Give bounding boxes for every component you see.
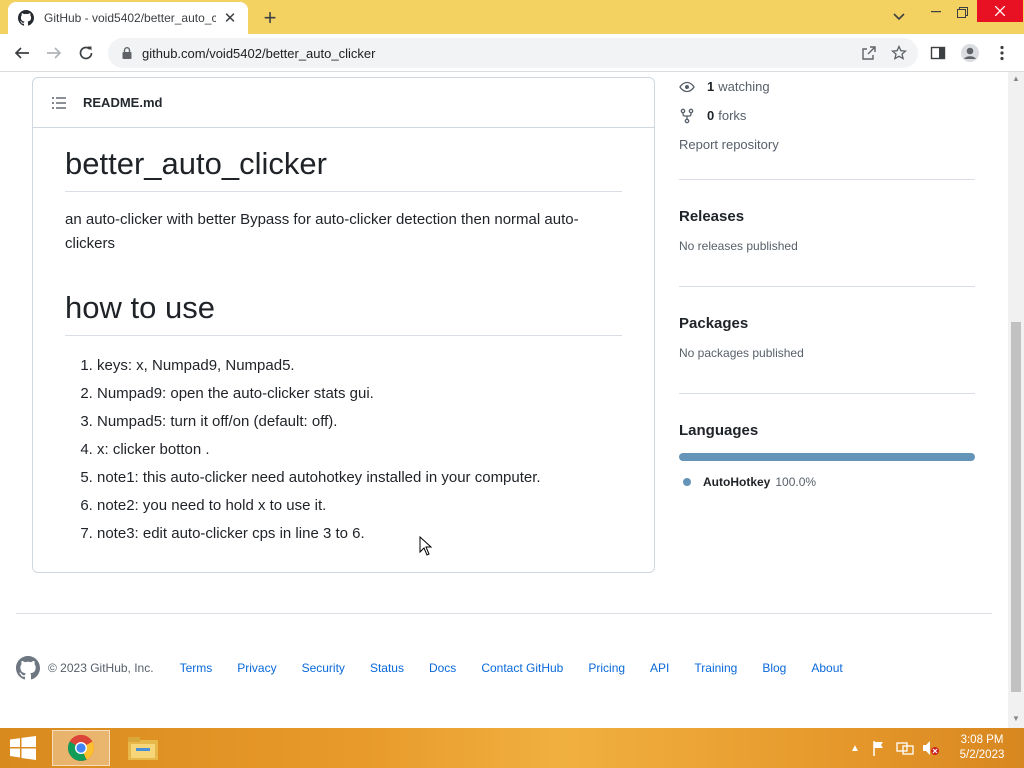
readme-body: better_auto_clicker an auto-clicker with… — [33, 128, 654, 548]
footer-link-privacy[interactable]: Privacy — [237, 661, 276, 675]
language-color-dot — [683, 478, 691, 486]
restore-window-icon[interactable] — [944, 0, 980, 24]
side-panel-icon[interactable] — [926, 41, 950, 65]
footer-link-api[interactable]: API — [650, 661, 669, 675]
chrome-icon — [68, 734, 94, 761]
list-item: note2: you need to hold x to use it. — [97, 492, 622, 520]
back-icon[interactable] — [10, 41, 34, 65]
footer-link-pricing[interactable]: Pricing — [588, 661, 625, 675]
page-scrollbar[interactable]: ▲ ▼ — [1008, 72, 1024, 728]
footer-link-contact[interactable]: Contact GitHub — [481, 661, 563, 675]
languages-heading: Languages — [679, 422, 759, 439]
watching-link[interactable]: 1 watching — [679, 72, 975, 101]
copyright-text: © 2023 GitHub, Inc. — [48, 661, 154, 675]
browser-toolbar: github.com/void5402/better_auto_clicker — [0, 34, 1024, 72]
footer-link-security[interactable]: Security — [302, 661, 345, 675]
packages-heading[interactable]: Packages — [679, 315, 975, 332]
scroll-up-icon[interactable]: ▲ — [1011, 74, 1021, 86]
browser-tab[interactable]: GitHub - void5402/better_auto_clicker ✕ — [8, 2, 248, 34]
browser-title-bar: GitHub - void5402/better_auto_clicker ✕ … — [0, 0, 1024, 34]
close-window-icon[interactable] — [977, 0, 1023, 22]
profile-avatar-icon[interactable] — [958, 41, 982, 65]
repo-sidebar: 1 watching 0 forks Report repository Rel… — [679, 72, 975, 489]
footer-link-training[interactable]: Training — [694, 661, 737, 675]
github-favicon-icon — [18, 10, 34, 26]
footer-link-terms[interactable]: Terms — [180, 661, 213, 675]
language-percent: 100.0% — [775, 475, 817, 489]
readme-panel: README.md better_auto_clicker an auto-cl… — [32, 77, 655, 573]
footer-link-docs[interactable]: Docs — [429, 661, 456, 675]
url-text[interactable]: github.com/void5402/better_auto_clicker — [142, 46, 858, 61]
packages-section: Packages No packages published — [679, 286, 975, 393]
clock-time: 3:08 PM — [960, 734, 1004, 746]
forks-count: 0 — [707, 108, 715, 123]
watching-count: 1 — [707, 79, 715, 94]
reload-icon[interactable] — [74, 41, 98, 65]
windows-taskbar: ▲ 3:08 PM 5/2/2023 — [0, 728, 1024, 768]
mouse-cursor-icon — [419, 536, 433, 556]
site-footer: © 2023 GitHub, Inc. Terms Privacy Securi… — [16, 655, 868, 681]
howto-list: keys: x, Numpad9, Numpad5. Numpad9: open… — [65, 352, 622, 548]
tab-title: GitHub - void5402/better_auto_clicker — [44, 11, 216, 25]
volume-muted-icon[interactable] — [922, 740, 940, 756]
language-item[interactable]: AutoHotkey 100.0% — [679, 475, 975, 489]
readme-description: an auto-clicker with better Bypass for a… — [65, 211, 579, 252]
report-repository-link[interactable]: Report repository — [679, 130, 975, 159]
footer-divider — [16, 613, 992, 614]
list-item: Numpad9: open the auto-clicker stats gui… — [97, 380, 622, 408]
releases-heading[interactable]: Releases — [679, 208, 975, 225]
packages-note: No packages published — [679, 346, 804, 360]
github-logo-icon[interactable] — [16, 656, 40, 680]
list-unordered-icon[interactable] — [51, 95, 67, 111]
language-bar — [679, 453, 975, 461]
page-content: README.md better_auto_clicker an auto-cl… — [0, 72, 1008, 728]
more-menu-icon[interactable] — [990, 41, 1014, 65]
footer-link-about[interactable]: About — [811, 661, 842, 675]
eye-icon — [679, 81, 695, 92]
footer-link-blog[interactable]: Blog — [762, 661, 786, 675]
list-item: note3: edit auto-clicker cps in line 3 t… — [97, 520, 622, 548]
list-item: x: clicker botton . — [97, 436, 622, 464]
list-item: Numpad5: turn it off/on (default: off). — [97, 408, 622, 436]
forks-label: forks — [718, 108, 747, 123]
releases-section: Releases No releases published — [679, 179, 975, 286]
system-tray: ▲ — [850, 728, 940, 768]
taskbar-chrome-button[interactable] — [52, 730, 110, 766]
clock-date: 5/2/2023 — [959, 749, 1005, 761]
releases-note: No releases published — [679, 239, 798, 253]
readme-title: better_auto_clicker — [65, 146, 622, 192]
new-tab-button[interactable]: + — [258, 5, 282, 30]
taskbar-clock[interactable]: 3:08 PM 5/2/2023 — [952, 733, 1012, 763]
forks-link[interactable]: 0 forks — [679, 101, 975, 130]
list-item: note1: this auto-clicker need autohotkey… — [97, 464, 622, 492]
footer-link-status[interactable]: Status — [370, 661, 404, 675]
show-hidden-icons-icon[interactable]: ▲ — [850, 743, 860, 754]
action-center-flag-icon[interactable] — [872, 740, 886, 756]
watching-label: watching — [718, 79, 770, 94]
lock-icon — [122, 47, 132, 59]
howto-heading: how to use — [65, 290, 622, 336]
scroll-down-icon[interactable]: ▼ — [1011, 714, 1021, 726]
fork-icon — [680, 108, 694, 123]
taskbar-file-explorer-button[interactable] — [114, 730, 172, 766]
language-name: AutoHotkey — [703, 475, 771, 489]
tab-close-icon[interactable]: ✕ — [222, 10, 238, 27]
share-icon[interactable] — [858, 42, 880, 64]
tab-search-icon[interactable] — [888, 6, 910, 28]
network-icon[interactable] — [896, 740, 914, 756]
forward-icon[interactable] — [42, 41, 66, 65]
address-bar[interactable]: github.com/void5402/better_auto_clicker — [108, 38, 918, 68]
readme-filename[interactable]: README.md — [83, 95, 162, 110]
scrollbar-thumb[interactable] — [1011, 322, 1021, 692]
bookmark-star-icon[interactable] — [888, 42, 910, 64]
readme-header: README.md — [33, 78, 654, 128]
folder-icon — [128, 737, 158, 760]
windows-start-icon[interactable] — [8, 736, 38, 760]
list-item: keys: x, Numpad9, Numpad5. — [97, 352, 622, 380]
languages-section: Languages AutoHotkey 100.0% — [679, 393, 975, 489]
